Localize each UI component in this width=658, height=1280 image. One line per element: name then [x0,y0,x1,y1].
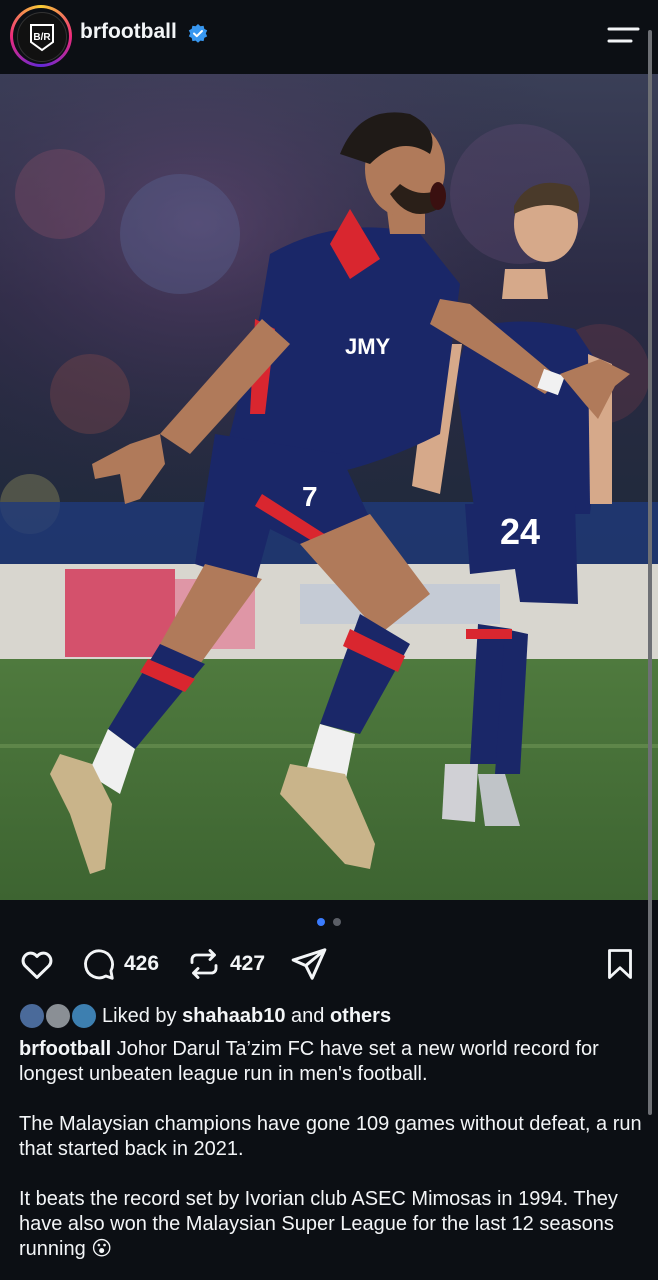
story-ring[interactable]: B/R [10,5,72,67]
svg-text:7: 7 [302,481,318,512]
repost-button[interactable]: 427 [186,940,265,988]
liked-by-joiner: and [291,1005,325,1027]
celebration-photo: 24 JMY 7 [0,74,658,900]
carousel-dot-active [317,918,325,926]
caption-paragraph-2: The Malaysian champions have gone 109 ga… [19,1113,642,1160]
hamburger-menu-icon[interactable] [606,24,640,46]
svg-text:JMY: JMY [345,334,391,359]
carousel-dot [333,918,341,926]
liked-by-user[interactable]: shahaab10 [182,1005,285,1027]
repost-icon [190,949,218,979]
br-logo-icon: B/R [30,24,54,52]
post-username[interactable]: brfootball [80,20,177,44]
share-button[interactable] [290,940,328,988]
action-bar: 426 427 [0,940,658,990]
verified-badge-icon [188,24,208,43]
caption-username[interactable]: brfootball [19,1038,111,1060]
astonished-emoji-icon: 😮 [91,1238,113,1260]
liked-by-others[interactable]: others [330,1005,391,1027]
svg-text:24: 24 [500,511,540,552]
svg-text:B/R: B/R [33,32,51,43]
comment-button[interactable]: 426 [80,940,159,988]
save-button[interactable] [602,940,638,988]
liker-avatar [18,1002,46,1030]
liked-by-prefix: Liked by [102,1005,177,1027]
heart-icon [21,951,53,979]
comment-count: 426 [124,952,160,975]
post-image[interactable]: 24 JMY 7 [0,74,658,900]
send-icon [291,948,327,980]
comment-icon [84,949,114,980]
like-button[interactable] [18,940,56,988]
carousel-indicator [0,918,658,928]
avatar[interactable]: B/R [17,12,67,62]
bookmark-icon [608,949,632,979]
liked-by-text: Liked by shahaab10 and others [102,1005,391,1028]
post-header: B/R brfootball [0,0,658,74]
liked-by-row[interactable]: Liked by shahaab10 and others [18,1000,638,1034]
repost-count: 427 [230,952,266,975]
liker-avatar [70,1002,98,1030]
liker-avatar [44,1002,72,1030]
post-caption: brfootball Johor Darul Ta’zim FC have se… [19,1037,644,1262]
